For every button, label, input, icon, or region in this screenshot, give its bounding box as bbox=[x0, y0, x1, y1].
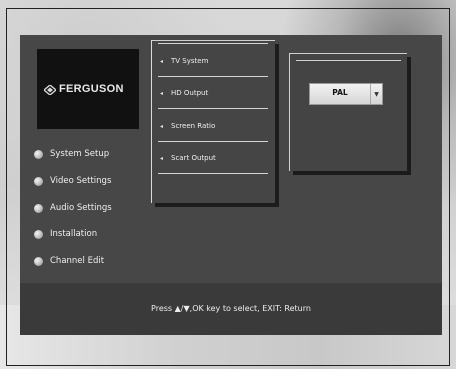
submenu-divider bbox=[158, 173, 268, 174]
pointer-icon: ◂ bbox=[160, 89, 164, 97]
help-bar: Press ▲/▼,OK key to select, EXIT: Return bbox=[20, 283, 442, 335]
submenu-item-screen-ratio[interactable]: ◂ Screen Ratio bbox=[160, 118, 267, 134]
menu-bullet-icon bbox=[34, 203, 43, 213]
menu-item-label: Video Settings bbox=[50, 176, 112, 186]
menu-item-label: Channel Edit bbox=[50, 256, 105, 266]
option-panel: PAL ▼ bbox=[289, 53, 407, 171]
pointer-icon: ◂ bbox=[160, 154, 164, 162]
option-panel-divider bbox=[296, 60, 401, 61]
menu-bullet-icon bbox=[34, 176, 43, 186]
submenu-item-tv-system[interactable]: ◂ TV System bbox=[160, 53, 267, 69]
submenu-item-label: Screen Ratio bbox=[171, 122, 216, 130]
submenu-item-label: HD Output bbox=[171, 89, 209, 97]
menu-item-audio-settings[interactable]: Audio Settings bbox=[34, 201, 112, 215]
video-settings-submenu: ◂ TV System ◂ HD Output ◂ Screen Ratio ◂… bbox=[151, 40, 275, 203]
submenu-divider bbox=[158, 43, 268, 44]
menu-item-system-setup[interactable]: System Setup bbox=[34, 147, 109, 161]
submenu-item-scart-output[interactable]: ◂ Scart Output bbox=[160, 150, 267, 166]
menu-bullet-icon bbox=[34, 229, 43, 239]
brand-logo: FERGUSON bbox=[37, 49, 139, 129]
submenu-divider bbox=[158, 141, 268, 142]
menu-bullet-icon bbox=[34, 149, 43, 159]
submenu-divider bbox=[158, 108, 268, 109]
chevron-down-icon[interactable]: ▼ bbox=[370, 84, 382, 104]
submenu-item-label: TV System bbox=[171, 57, 209, 65]
ferguson-logo-icon bbox=[44, 85, 56, 95]
menu-bullet-icon bbox=[34, 256, 43, 266]
menu-item-label: System Setup bbox=[50, 149, 110, 159]
menu-item-channel-edit[interactable]: Channel Edit bbox=[34, 254, 104, 268]
menu-item-label: Audio Settings bbox=[50, 203, 112, 213]
pointer-icon: ◂ bbox=[160, 57, 164, 65]
logo-text: FERGUSON bbox=[59, 83, 124, 95]
submenu-item-hd-output[interactable]: ◂ HD Output bbox=[160, 85, 267, 101]
menu-item-label: Installation bbox=[50, 229, 98, 239]
submenu-divider bbox=[158, 76, 268, 77]
pointer-icon: ◂ bbox=[160, 122, 164, 130]
submenu-item-label: Scart Output bbox=[171, 154, 216, 162]
menu-item-video-settings[interactable]: Video Settings bbox=[34, 174, 111, 188]
menu-item-installation[interactable]: Installation bbox=[34, 227, 97, 241]
osd-menu: FERGUSON System Setup Video Settings Aud… bbox=[20, 35, 442, 335]
help-text: Press ▲/▼,OK key to select, EXIT: Return bbox=[151, 304, 311, 313]
tv-system-select[interactable]: PAL ▼ bbox=[309, 83, 383, 105]
tv-system-value: PAL bbox=[332, 88, 348, 97]
